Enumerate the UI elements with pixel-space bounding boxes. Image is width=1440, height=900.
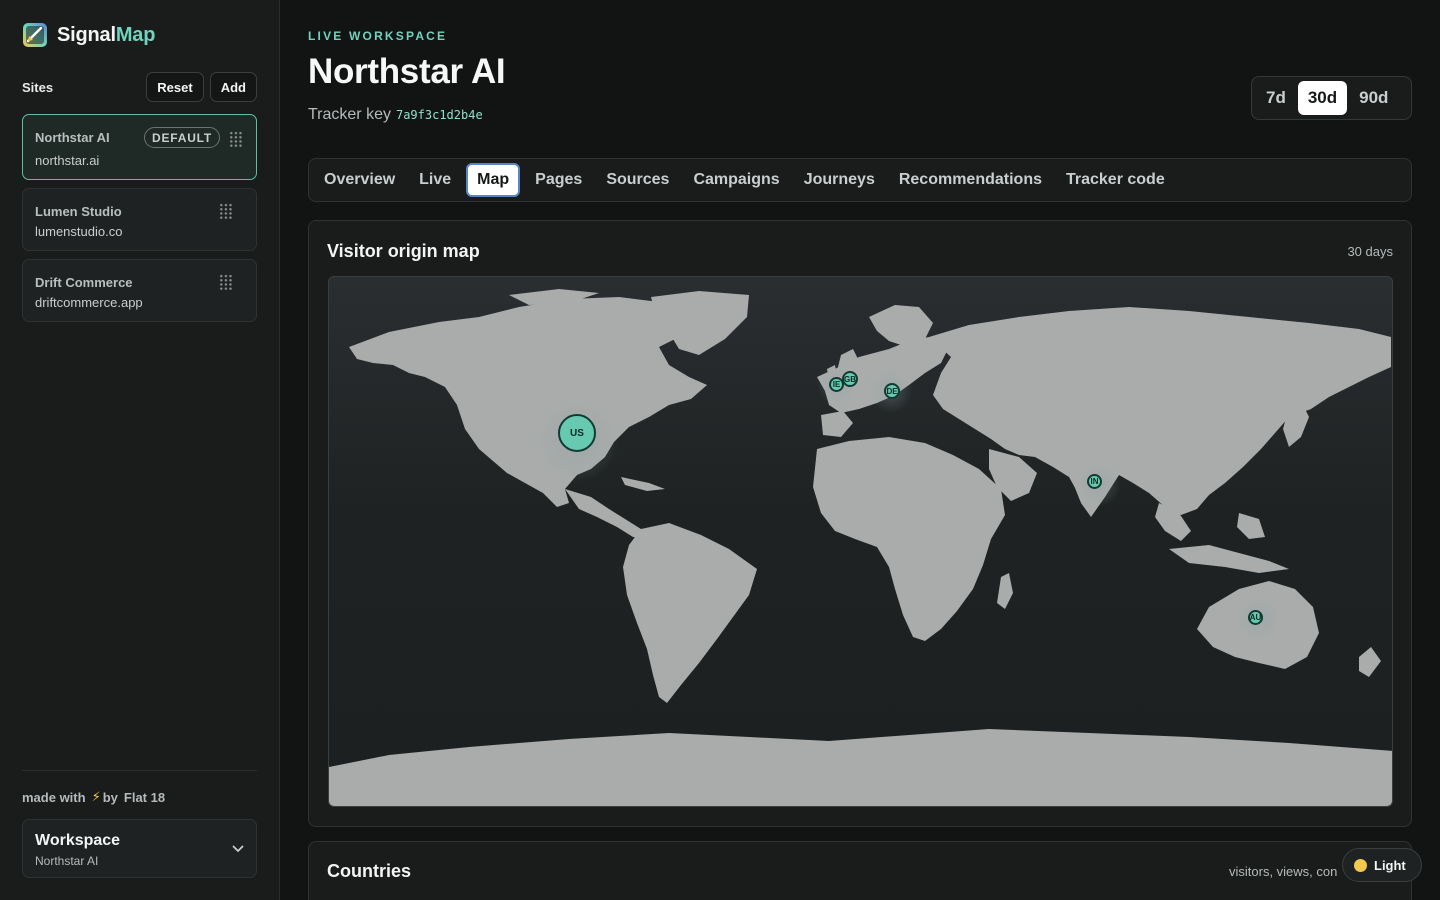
country-marker-gb[interactable]: GB	[842, 371, 858, 387]
theme-toggle-button[interactable]: Light	[1342, 848, 1422, 882]
site-domain: northstar.ai	[35, 153, 100, 168]
workspace-title: Workspace	[35, 832, 121, 849]
drag-handle-icon[interactable]	[219, 203, 233, 219]
tab-overview[interactable]: Overview	[315, 163, 404, 197]
made-with-credit: made with ⚡ by Flat 18	[22, 789, 165, 805]
countries-panel: Countries visitors, views, con	[308, 841, 1412, 900]
author-link[interactable]: Flat 18	[124, 790, 165, 805]
range-30d-button[interactable]: 30d	[1297, 81, 1348, 115]
panel-title: Visitor origin map	[327, 241, 480, 261]
sidebar: SignalMap Sites Reset Add Northstar AI D…	[0, 0, 280, 900]
site-card-drift[interactable]: Drift Commerce driftcommerce.app	[22, 259, 257, 322]
drag-handle-icon[interactable]	[219, 274, 233, 290]
eyebrow-label: LIVE WORKSPACE	[308, 29, 448, 43]
tab-tracker-code[interactable]: Tracker code	[1057, 163, 1174, 197]
site-name: Drift Commerce	[35, 275, 133, 290]
reset-button[interactable]: Reset	[146, 72, 204, 102]
tab-campaigns[interactable]: Campaigns	[684, 163, 788, 197]
brand[interactable]: SignalMap	[22, 22, 155, 48]
signalmap-logo-icon	[23, 23, 47, 47]
page-title: Northstar AI	[308, 52, 506, 91]
world-map-svg	[329, 289, 1392, 806]
site-name: Lumen Studio	[35, 204, 122, 219]
tracker-key-value[interactable]: 7a9f3c1d2b4e	[396, 108, 483, 122]
tab-bar: Overview Live Map Pages Sources Campaign…	[308, 158, 1412, 202]
divider	[22, 770, 257, 771]
made-with-prefix: made with	[22, 789, 86, 805]
site-domain: lumenstudio.co	[35, 224, 123, 239]
default-badge: DEFAULT	[144, 127, 221, 148]
add-site-button[interactable]: Add	[209, 72, 257, 102]
range-7d-button[interactable]: 7d	[1256, 81, 1296, 115]
tracker-key-label: Tracker key	[308, 106, 391, 123]
country-marker-de[interactable]: DE	[884, 383, 900, 399]
date-range-selector: 7d 30d 90d	[1251, 76, 1412, 120]
panel-period: 30 days	[1347, 244, 1393, 259]
site-card-northstar[interactable]: Northstar AI DEFAULT northstar.ai	[22, 114, 257, 180]
tab-sources[interactable]: Sources	[597, 163, 678, 197]
tab-pages[interactable]: Pages	[526, 163, 591, 197]
site-domain: driftcommerce.app	[35, 295, 143, 310]
tab-recommendations[interactable]: Recommendations	[890, 163, 1051, 197]
panel-title: Countries	[327, 861, 412, 881]
panel-metrics: visitors, views, con	[1229, 864, 1338, 879]
site-card-lumen[interactable]: Lumen Studio lumenstudio.co	[22, 188, 257, 251]
brand-name: SignalMap	[57, 23, 156, 46]
range-90d-button[interactable]: 90d	[1349, 81, 1398, 115]
theme-toggle-label: Light	[1374, 857, 1406, 873]
chevron-down-icon	[232, 845, 244, 852]
made-with-suffix: by	[102, 789, 118, 805]
workspace-subtitle: Northstar AI	[35, 854, 99, 868]
bolt-icon: ⚡	[91, 789, 101, 804]
country-marker-us[interactable]: US	[558, 414, 596, 452]
tab-live[interactable]: Live	[410, 163, 460, 197]
country-marker-au[interactable]: AU	[1248, 610, 1263, 625]
tracker-key: Tracker key 7a9f3c1d2b4e	[308, 106, 483, 124]
drag-handle-icon[interactable]	[229, 131, 243, 147]
workspace-switcher[interactable]: Workspace Northstar AI	[22, 819, 257, 878]
sites-header: Sites Reset Add	[22, 72, 257, 102]
world-map[interactable]: US IE GB DE IN AU	[328, 276, 1393, 807]
country-marker-in[interactable]: IN	[1087, 474, 1102, 489]
visitor-map-panel: Visitor origin map 30 days US IE GB DE I…	[308, 220, 1412, 827]
sites-title: Sites	[22, 79, 54, 95]
site-name: Northstar AI	[35, 130, 110, 145]
tab-journeys[interactable]: Journeys	[795, 163, 884, 197]
sun-icon	[1354, 858, 1367, 872]
tab-map[interactable]: Map	[466, 163, 521, 197]
